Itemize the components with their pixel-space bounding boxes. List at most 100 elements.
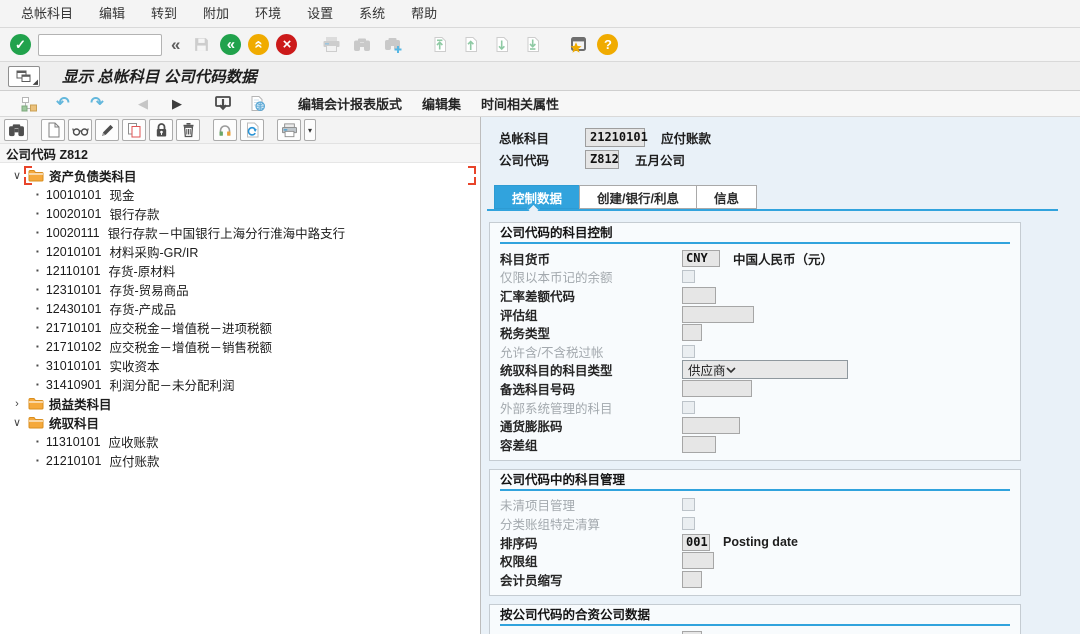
field-checkbox[interactable]	[682, 517, 695, 530]
create-page-icon	[46, 122, 61, 138]
tree-print-options-button[interactable]: ▾	[304, 119, 316, 141]
field-label: 权限组	[500, 551, 682, 570]
print-button[interactable]	[319, 33, 343, 57]
page-down-button[interactable]	[489, 33, 513, 57]
document-overview-button[interactable]	[242, 93, 272, 115]
app-text-button-0[interactable]: 编辑会计报表版式	[288, 93, 412, 115]
field-label: 容差组	[500, 435, 682, 454]
new-session-button[interactable]	[566, 33, 590, 57]
tree-find-button[interactable]	[4, 119, 28, 141]
field-input[interactable]	[682, 552, 714, 569]
back-button[interactable]: «	[220, 34, 241, 55]
menu-item-5[interactable]: 设置	[294, 0, 346, 27]
page-up-button[interactable]	[458, 33, 482, 57]
menu-item-1[interactable]: 编辑	[86, 0, 138, 27]
exit-icon: «	[251, 40, 266, 48]
tree-item[interactable]: ▪12010101材料采购-GR/IR	[0, 242, 480, 261]
tree-folder[interactable]: ›损益类科目	[0, 394, 480, 413]
tree-item[interactable]: ▪12110101存货-原材料	[0, 261, 480, 280]
find-next-button[interactable]	[381, 33, 405, 57]
field-checkbox[interactable]	[682, 498, 695, 511]
gl-account-value[interactable]: 21210101	[585, 128, 645, 147]
tree-refresh-button[interactable]	[240, 119, 264, 141]
tree-item[interactable]: ▪21210101应付账款	[0, 451, 480, 470]
tree-item[interactable]: ▪11310101应收账款	[0, 432, 480, 451]
tab-1[interactable]: 创建/银行/利息	[579, 185, 697, 209]
tree-item[interactable]: ▪12430101存货-产成品	[0, 299, 480, 318]
field-input[interactable]: 001	[682, 534, 710, 551]
tree-item[interactable]: ▪21710102应交税金－增值税－销售税额	[0, 337, 480, 356]
exit-button[interactable]: «	[248, 34, 269, 55]
tree-item[interactable]: ▪31410901利润分配－未分配利润	[0, 375, 480, 394]
undo-button[interactable]: ↶	[48, 93, 78, 115]
menu-item-2[interactable]: 转到	[138, 0, 190, 27]
tab-2[interactable]: 信息	[696, 185, 757, 209]
command-field[interactable]	[38, 34, 162, 56]
find-button[interactable]	[350, 33, 374, 57]
field-input[interactable]	[682, 306, 754, 323]
tree-change-button[interactable]	[95, 119, 119, 141]
field-label: 排序码	[500, 533, 682, 552]
menu-item-3[interactable]: 附加	[190, 0, 242, 27]
tree-item[interactable]: ▪10010101现金	[0, 185, 480, 204]
field-row: 排序码001Posting date	[500, 533, 1010, 552]
tree-item[interactable]: ▪31010101实收资本	[0, 356, 480, 375]
tree-lock-button[interactable]	[149, 119, 173, 141]
hierarchy-button[interactable]	[14, 93, 44, 115]
save-button[interactable]	[189, 33, 213, 57]
tree-item-name: 材料采购-GR/IR	[109, 242, 198, 261]
company-code-value[interactable]: Z812	[585, 150, 619, 169]
menu-item-6[interactable]: 系统	[346, 0, 398, 27]
menu-item-4[interactable]: 环境	[242, 0, 294, 27]
field-select[interactable]: 供应商	[682, 360, 848, 379]
menu-item-0[interactable]: 总帐科目	[8, 0, 86, 27]
chevron-right-icon[interactable]: ›	[10, 398, 24, 410]
help-button[interactable]: ?	[597, 34, 618, 55]
collapse-icon[interactable]: «	[169, 35, 182, 55]
field-input[interactable]	[682, 324, 702, 341]
last-page-button[interactable]	[520, 33, 544, 57]
tree-item[interactable]: ▪12310101存货-贸易商品	[0, 280, 480, 299]
app-text-button-2[interactable]: 时间相关属性	[471, 93, 569, 115]
chevron-down-icon[interactable]: ∨	[10, 169, 24, 182]
cancel-button[interactable]: ×	[276, 34, 297, 55]
app-text-button-1[interactable]: 编辑集	[412, 93, 471, 115]
tree-item[interactable]: ▪21710101应交税金－增值税－进项税额	[0, 318, 480, 337]
field-checkbox[interactable]	[682, 401, 695, 414]
field-row: 分类账组特定清算	[500, 514, 1010, 533]
previous-item-button[interactable]: ◀	[128, 93, 158, 115]
field-input[interactable]	[682, 380, 752, 397]
transfer-button[interactable]	[208, 93, 238, 115]
field-row: 汇率差额代码	[500, 286, 1010, 305]
chevron-down-icon[interactable]: ∨	[10, 416, 24, 429]
tree-display-button[interactable]	[68, 119, 92, 141]
gui-layout-menu-button[interactable]: ◢	[8, 66, 40, 87]
menu-item-7[interactable]: 帮助	[398, 0, 450, 27]
field-checkbox[interactable]	[682, 345, 695, 358]
tree-unlock-button[interactable]	[213, 119, 237, 141]
enter-button[interactable]: ✓	[10, 34, 31, 55]
redo-button[interactable]: ↷	[82, 93, 112, 115]
field-input[interactable]	[682, 571, 702, 588]
field-input[interactable]	[682, 287, 716, 304]
tree-copy-button[interactable]	[122, 119, 146, 141]
field-checkbox[interactable]	[682, 270, 695, 283]
tree-print-button[interactable]	[277, 119, 301, 141]
tree-item[interactable]: ▪10020101银行存款	[0, 204, 480, 223]
next-item-button[interactable]: ▶	[162, 93, 192, 115]
tree-folder[interactable]: ∨资产负债类科目	[0, 166, 480, 185]
undo-icon: ↶	[56, 96, 69, 112]
tree-item[interactable]: ▪10020111银行存款－中国银行上海分行淮海中路支行	[0, 223, 480, 242]
trash-icon	[181, 122, 196, 138]
new-session-icon	[569, 36, 587, 53]
field-input[interactable]: CNY	[682, 250, 720, 267]
help-icon: ?	[604, 38, 612, 51]
bullet-icon: ▪	[36, 361, 39, 370]
field-input[interactable]	[682, 417, 740, 434]
tree-delete-button[interactable]	[176, 119, 200, 141]
transfer-icon	[214, 95, 232, 112]
first-page-button[interactable]	[427, 33, 451, 57]
tree-folder[interactable]: ∨统驭科目	[0, 413, 480, 432]
field-input[interactable]	[682, 436, 716, 453]
tree-create-button[interactable]	[41, 119, 65, 141]
